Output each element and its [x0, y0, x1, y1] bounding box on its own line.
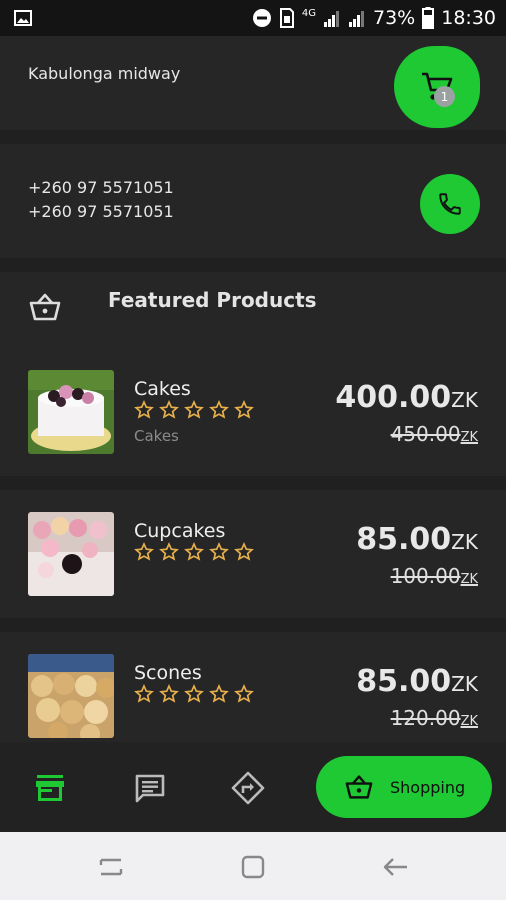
product-old-price: 120.00ZK — [391, 706, 478, 730]
recents-icon — [99, 858, 123, 876]
phone-list: +260 97 5571051 +260 97 5571051 — [28, 176, 174, 224]
recents-button[interactable] — [96, 854, 126, 880]
network-type: 4G — [301, 7, 316, 19]
store-icon — [36, 775, 64, 801]
do-not-disturb-icon — [252, 9, 271, 27]
old-price-value: 100.00 — [390, 564, 461, 588]
star-outline-icon — [134, 684, 154, 703]
star-outline-icon — [234, 400, 254, 419]
nav-store[interactable] — [32, 770, 68, 806]
back-arrow-icon — [383, 858, 407, 876]
back-button[interactable] — [380, 854, 410, 880]
status-bar: 4G 73% 18:30 — [0, 0, 506, 36]
product-old-price: 450.00ZK — [391, 422, 478, 446]
product-category: Cakes — [134, 427, 179, 445]
product-price: 85.00ZK — [356, 664, 478, 699]
old-price-currency: ZK — [460, 572, 478, 587]
price-currency: ZK — [451, 672, 478, 696]
star-outline-icon — [184, 684, 204, 703]
phone-section: +260 97 5571051 +260 97 5571051 — [0, 144, 506, 258]
old-price-value: 120.00 — [390, 706, 461, 730]
battery-icon — [422, 7, 435, 29]
signal-icon-1 — [324, 11, 339, 27]
featured-title: Featured Products — [108, 288, 317, 312]
star-outline-icon — [184, 542, 204, 561]
shopping-label: Shopping — [390, 777, 466, 797]
basket-icon — [29, 293, 61, 321]
featured-header: Featured Products — [0, 272, 506, 348]
price-value: 85.00 — [356, 522, 452, 557]
sim-icon — [279, 8, 294, 28]
price-currency: ZK — [451, 388, 478, 412]
star-outline-icon — [209, 542, 229, 561]
phone-number-2: +260 97 5571051 — [28, 202, 174, 221]
product-old-price: 100.00ZK — [391, 564, 478, 588]
price-currency: ZK — [451, 530, 478, 554]
star-outline-icon — [134, 400, 154, 419]
star-outline-icon — [234, 684, 254, 703]
gallery-notification-icon — [14, 10, 32, 26]
star-outline-icon — [159, 684, 179, 703]
star-outline-icon — [209, 684, 229, 703]
product-image-scones — [28, 654, 114, 738]
product-image-cakes — [28, 370, 114, 454]
star-outline-icon — [234, 542, 254, 561]
cart-count-badge: 1 — [434, 86, 455, 107]
old-price-currency: ZK — [460, 430, 478, 445]
signal-icon-2 — [349, 11, 364, 27]
star-outline-icon — [159, 542, 179, 561]
phone-number-1: +260 97 5571051 — [28, 178, 174, 197]
home-button[interactable] — [238, 854, 268, 880]
product-name: Scones — [134, 662, 202, 684]
directions-icon — [231, 771, 265, 805]
star-outline-icon — [184, 400, 204, 419]
system-navigation-bar — [0, 832, 506, 900]
basket-icon — [345, 775, 373, 799]
nav-directions[interactable] — [230, 770, 266, 806]
phone-icon — [439, 193, 461, 215]
product-name: Cakes — [134, 378, 191, 400]
home-icon — [241, 855, 265, 879]
bottom-navigation: Shopping — [0, 742, 506, 832]
star-outline-icon — [159, 400, 179, 419]
product-image-cupcakes — [28, 512, 114, 596]
price-value: 85.00 — [356, 664, 452, 699]
shopping-button[interactable]: Shopping — [316, 756, 492, 818]
clock: 18:30 — [441, 7, 496, 29]
product-card-scones[interactable]: Scones 85.00ZK 120.00ZK — [0, 632, 506, 742]
product-rating — [134, 542, 254, 562]
product-price: 400.00ZK — [335, 380, 478, 415]
star-outline-icon — [209, 400, 229, 419]
product-card-cupcakes[interactable]: Cupcakes 85.00ZK 100.00ZK — [0, 490, 506, 618]
store-address: Kabulonga midway — [28, 64, 181, 83]
product-price: 85.00ZK — [356, 522, 478, 557]
product-rating — [134, 400, 254, 420]
call-button[interactable] — [420, 174, 480, 234]
price-value: 400.00 — [335, 380, 452, 415]
cart-button[interactable] — [394, 46, 480, 128]
product-card-cakes[interactable]: Cakes Cakes 400.00ZK 450.00ZK — [0, 348, 506, 476]
battery-percent: 73% — [373, 7, 416, 29]
chat-icon — [135, 774, 165, 803]
old-price-currency: ZK — [460, 714, 478, 729]
product-rating — [134, 684, 254, 704]
nav-chat[interactable] — [132, 770, 168, 806]
star-outline-icon — [134, 542, 154, 561]
old-price-value: 450.00 — [390, 422, 461, 446]
product-name: Cupcakes — [134, 520, 226, 542]
